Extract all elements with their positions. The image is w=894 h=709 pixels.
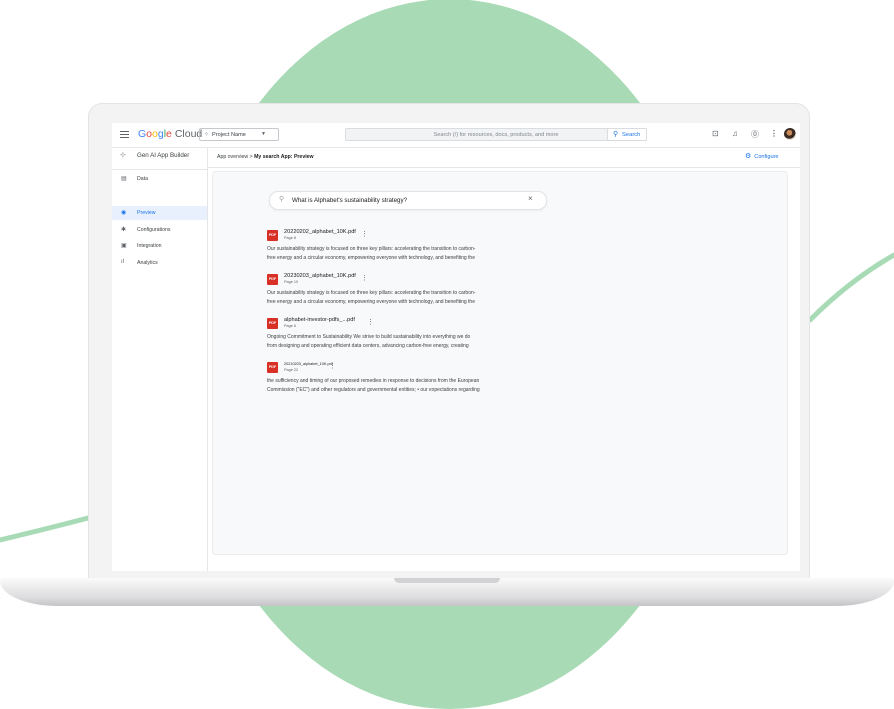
laptop-screen: Google Cloud ⁘ Project Name ▼ ⚲ Search ⊡… (112, 123, 800, 571)
result-page: Page 8 (284, 236, 297, 240)
result-snippet: from designing and operating efficient d… (267, 343, 469, 349)
more-vert-icon[interactable]: ⋮ (361, 274, 368, 282)
google-cloud-logo[interactable]: Google Cloud (138, 128, 202, 140)
more-vert-icon[interactable]: ⋮ (329, 362, 336, 370)
search-input[interactable] (346, 129, 646, 140)
pdf-icon: PDF (267, 230, 278, 241)
result-file-name[interactable]: alphabet-investor-pdfs_...pdf (284, 317, 355, 323)
configure-button[interactable]: ⚙ Configure (745, 152, 779, 160)
result-snippet: free energy and a circular economy, empo… (267, 255, 475, 261)
pdf-icon: PDF (267, 362, 278, 373)
pdf-icon: PDF (267, 318, 278, 329)
sidebar-item-label: Preview (137, 210, 156, 216)
sidebar-item-integration[interactable]: ▣ Integration (112, 239, 207, 253)
result-page: Page 10 (284, 280, 299, 284)
sidebar-item-label: Analytics (137, 260, 158, 266)
bell-icon[interactable]: ♫ (732, 129, 738, 138)
breadcrumb-separator: > (249, 154, 253, 160)
search-button-label: Search (622, 132, 641, 138)
breadcrumb-app-overview[interactable]: App overview (217, 154, 248, 160)
preview-panel: ⚲ What is Alphabet's sustainability stra… (212, 171, 788, 555)
sidebar-item-label: Integration (137, 243, 162, 249)
sidebar-item-data[interactable]: ▤ Data (112, 172, 207, 186)
sidebar-divider (112, 169, 207, 170)
sidebar-item-label: Configurations (137, 227, 171, 233)
sidebar-item-configurations[interactable]: ✱ Configurations (112, 223, 207, 237)
eye-icon: ◉ (121, 210, 127, 216)
search-icon: ⚲ (279, 196, 285, 203)
result-page: Page 6 (284, 324, 297, 328)
project-icon: ⁘ (204, 132, 210, 138)
gen-ai-icon: ⊹ (120, 152, 126, 159)
search-icon: ⚲ (613, 131, 619, 138)
sidebar-item-label: Data (137, 176, 148, 182)
result-snippet: free energy and a circular economy, empo… (267, 299, 475, 305)
result-file-name[interactable]: 20210203_alphabet_10K.pdf (284, 362, 333, 366)
bar-chart-icon: ıl (121, 259, 124, 265)
integration-icon: ▣ (121, 243, 127, 249)
breadcrumb-bar: App overview > My search App: Preview ⚙ C… (208, 147, 800, 168)
result-file-name[interactable]: 20220202_alphabet_10K.pdf (284, 229, 356, 235)
configure-label: Configure (754, 154, 779, 160)
terminal-icon[interactable]: ⊡ (712, 129, 719, 138)
menu-icon[interactable] (120, 131, 129, 138)
breadcrumb: App overview > My search App: Preview (217, 154, 314, 160)
more-vert-icon[interactable]: ⋮ (361, 230, 368, 238)
avatar[interactable] (784, 128, 796, 140)
help-icon[interactable]: ⓪ (751, 129, 759, 140)
top-bar: Google Cloud ⁘ Project Name ▼ ⚲ Search ⊡… (112, 123, 800, 148)
sidebar: ⊹ Gen AI App Builder ▤ Data ◉ Preview ✱ … (112, 147, 208, 571)
gear-icon: ⚙ (745, 153, 752, 160)
gear-icon: ✱ (121, 227, 127, 233)
laptop-notch (394, 578, 500, 583)
search-bar[interactable] (345, 128, 647, 141)
breadcrumb-current: My search App: Preview (254, 154, 314, 160)
result-snippet: Ongoing Commitment to Sustainability We … (267, 334, 471, 340)
database-icon: ▤ (121, 176, 127, 182)
result-snippet: Our sustainability strategy is focused o… (267, 290, 476, 296)
project-name: Project Name (212, 132, 246, 138)
result-snippet: the sufficiency and timing of our propos… (267, 378, 480, 384)
clear-icon[interactable]: × (528, 194, 533, 203)
pdf-icon: PDF (267, 274, 278, 285)
result-snippet: Our sustainability strategy is focused o… (267, 246, 476, 252)
search-button[interactable]: ⚲ Search (607, 128, 647, 141)
result-snippet: Commission ("EC") and other regulators a… (267, 387, 480, 393)
result-file-name[interactable]: 20230203_alphabet_10K.pdf (284, 273, 356, 279)
query-search-box[interactable]: ⚲ What is Alphabet's sustainability stra… (269, 191, 547, 210)
result-page: Page 22 (284, 368, 299, 372)
more-vert-icon[interactable]: ⋮ (770, 129, 778, 138)
sidebar-item-analytics[interactable]: ıl Analytics (112, 256, 207, 270)
chevron-down-icon: ▼ (261, 131, 266, 137)
project-picker[interactable]: ⁘ Project Name ▼ (199, 128, 279, 141)
sidebar-item-preview[interactable]: ◉ Preview (112, 206, 207, 220)
query-text[interactable]: What is Alphabet's sustainability strate… (292, 197, 407, 204)
sidebar-title: Gen AI App Builder (137, 152, 190, 159)
more-vert-icon[interactable]: ⋮ (367, 318, 374, 326)
